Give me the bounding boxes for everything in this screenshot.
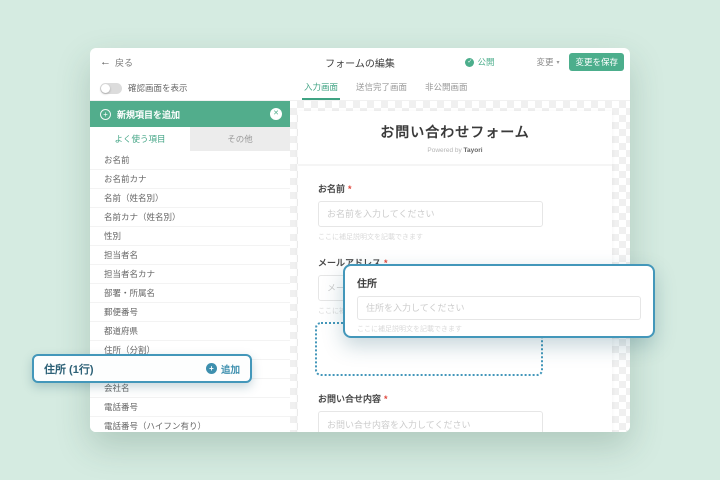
message-textarea[interactable] [318, 411, 543, 432]
drag-source-highlight[interactable]: 住所 (1行) + 追加 [32, 354, 252, 383]
add-field-panel-title: 新規項目を追加 [117, 108, 180, 121]
sidebar-tab[interactable]: その他 [190, 127, 290, 151]
field-helper-text: ここに補足説明文を記載できます [318, 232, 592, 242]
field-label-text: お名前 [318, 184, 345, 194]
field-type-item[interactable]: 都道府県 [90, 322, 290, 341]
chevron-down-icon: ▾ [556, 59, 559, 66]
field-type-item[interactable]: お名前カナ [90, 170, 290, 189]
back-arrow-icon: ← [100, 56, 111, 68]
drag-field-helper: ここに補足説明文を記載できます [357, 324, 641, 334]
field-type-item[interactable]: 郵便番号 [90, 303, 290, 322]
screen-tab[interactable]: 非公開画面 [423, 76, 470, 100]
publish-status-badge: ✓ 公開 [465, 56, 494, 68]
back-button[interactable]: ← 戻る [100, 56, 133, 69]
powered-by: Powered by Tayori [298, 147, 612, 154]
drag-preview-card[interactable]: 住所 ここに補足説明文を記載できます [343, 264, 655, 338]
form-title: お問い合わせフォーム [298, 122, 612, 142]
field-type-item[interactable]: 性別 [90, 227, 290, 246]
drag-field-label: 住所 [357, 275, 641, 290]
field-type-item[interactable]: 電話番号 [90, 398, 290, 417]
confirm-screen-toggle[interactable] [100, 83, 122, 94]
toggle-label: 確認画面を表示 [128, 82, 188, 94]
form-field-name: お名前* ここに補足説明文を記載できます [318, 182, 592, 242]
address-input[interactable] [357, 296, 641, 320]
required-asterisk: * [348, 184, 352, 194]
field-type-item[interactable]: 名前カナ（姓名別） [90, 208, 290, 227]
add-field-button[interactable]: + 追加 [206, 362, 240, 376]
plus-circle-icon: + [100, 109, 111, 120]
top-bar: ← 戻る フォームの編集 ✓ 公開 変更 ▾ 変更を保存 [90, 48, 630, 76]
field-type-item[interactable]: 電話番号（ハイフン有り） [90, 417, 290, 432]
close-icon[interactable]: ✕ [270, 108, 282, 120]
field-label: お問い合せ内容* [318, 392, 592, 405]
drag-source-label: 住所 (1行) [44, 361, 94, 377]
plus-circle-icon: + [206, 363, 217, 374]
form-header: お問い合わせフォーム Powered by Tayori [298, 111, 612, 166]
powered-by-prefix: Powered by [427, 147, 461, 154]
toggle-knob [101, 84, 110, 93]
page-background: ← 戻る フォームの編集 ✓ 公開 変更 ▾ 変更を保存 確認画面を表示 [0, 0, 720, 480]
confirm-screen-toggle-group: 確認画面を表示 [90, 82, 290, 94]
publish-status-label: 公開 [477, 56, 494, 68]
required-asterisk: * [384, 394, 388, 404]
add-field-panel-header: + 新規項目を追加 ✕ [90, 101, 290, 127]
change-status-label: 変更 [536, 56, 553, 68]
save-button[interactable]: 変更を保存 [569, 53, 624, 71]
name-input[interactable] [318, 201, 543, 227]
field-type-list: お名前お名前カナ名前（姓名別）名前カナ（姓名別）性別担当者名担当者名カナ部署・所… [90, 151, 290, 432]
field-type-item[interactable]: 部署・所属名 [90, 284, 290, 303]
field-type-item[interactable]: 担当者名 [90, 246, 290, 265]
change-status-dropdown[interactable]: 変更 ▾ [536, 56, 559, 68]
screen-tabs: 入力画面送信完了画面非公開画面 [302, 76, 470, 100]
sidebar-tabs: よく使う項目その他 [90, 127, 290, 151]
field-label: お名前* [318, 182, 592, 195]
add-label: 追加 [221, 362, 240, 376]
screen-tab[interactable]: 入力画面 [302, 76, 340, 100]
field-label-text: お問い合せ内容 [318, 394, 381, 404]
topbar-actions: ✓ 公開 変更 ▾ 変更を保存 [465, 53, 624, 71]
sidebar-tab[interactable]: よく使う項目 [90, 127, 190, 151]
field-type-item[interactable]: 名前（姓名別） [90, 189, 290, 208]
screen-tab[interactable]: 送信完了画面 [354, 76, 409, 100]
published-check-icon: ✓ [465, 58, 474, 67]
back-label: 戻る [115, 56, 133, 69]
field-type-item[interactable]: 担当者名カナ [90, 265, 290, 284]
field-type-item[interactable]: お名前 [90, 151, 290, 170]
sub-header: 確認画面を表示 入力画面送信完了画面非公開画面 [90, 76, 630, 101]
powered-by-brand: Tayori [464, 147, 483, 154]
form-field-message: お問い合せ内容* [318, 392, 592, 432]
